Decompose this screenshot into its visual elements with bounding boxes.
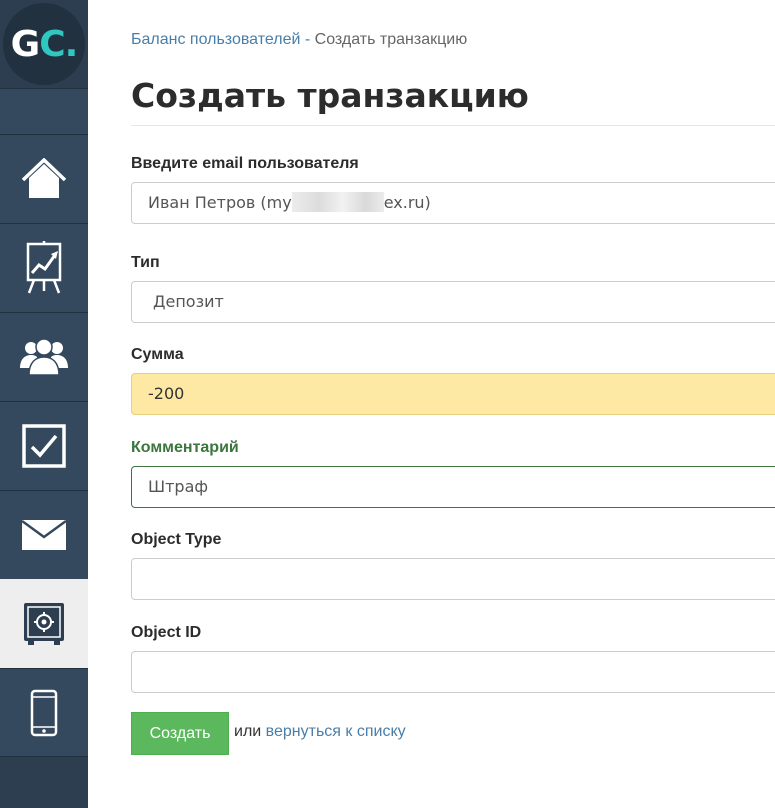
sidebar-spacer <box>0 88 88 134</box>
tasks-icon <box>22 424 66 468</box>
object-id-field[interactable] <box>131 651 775 693</box>
back-to-list-link[interactable]: вернуться к списку <box>266 723 406 740</box>
email-value-end: ex.ru) <box>383 193 431 212</box>
amount-field[interactable]: -200 <box>131 373 775 415</box>
sidebar: GC. <box>0 0 88 808</box>
sidebar-item-mail[interactable] <box>0 490 88 579</box>
object-id-label: Object ID <box>131 624 202 641</box>
amount-label: Сумма <box>131 346 184 363</box>
breadcrumb-link-balance[interactable]: Баланс пользователей <box>131 31 300 48</box>
title-divider <box>131 125 775 126</box>
type-selected-value: Депозит <box>153 292 224 311</box>
email-label: Введите email пользователя <box>131 155 359 172</box>
type-label: Тип <box>131 254 160 271</box>
sidebar-item-balance[interactable] <box>0 579 88 668</box>
create-button[interactable]: Создать <box>131 712 229 755</box>
sidebar-item-home[interactable] <box>0 134 88 223</box>
object-type-field[interactable] <box>131 558 775 600</box>
logo-text: GC. <box>10 24 79 65</box>
comment-value: Штраф <box>148 477 209 496</box>
page-title: Создать транзакцию <box>131 76 529 115</box>
safe-icon <box>24 603 64 645</box>
sidebar-item-stats[interactable] <box>0 223 88 312</box>
amount-value: -200 <box>148 384 185 403</box>
sidebar-footer <box>0 756 88 808</box>
comment-label: Комментарий <box>131 439 239 456</box>
breadcrumb-separator: - <box>304 31 311 48</box>
users-icon <box>20 338 68 376</box>
breadcrumb: Баланс пользователей - Создать транзакци… <box>131 31 467 49</box>
or-text: или <box>234 723 262 740</box>
sidebar-item-mobile[interactable] <box>0 668 88 757</box>
redacted-area <box>291 192 384 212</box>
logo[interactable]: GC. <box>0 0 88 88</box>
chart-icon <box>26 241 62 294</box>
email-value-start: Иван Петров (my <box>148 193 292 212</box>
object-type-label: Object Type <box>131 531 222 548</box>
mail-icon <box>22 520 66 550</box>
type-select[interactable]: Депозит <box>131 281 775 323</box>
form-footer: или вернуться к списку <box>234 723 406 741</box>
home-icon <box>21 158 67 198</box>
breadcrumb-current: Создать транзакцию <box>314 31 468 48</box>
email-field[interactable]: Иван Петров (my ex.ru) <box>131 182 775 224</box>
comment-field[interactable]: Штраф <box>131 466 775 508</box>
sidebar-item-tasks[interactable] <box>0 401 88 490</box>
sidebar-item-users[interactable] <box>0 312 88 401</box>
mobile-icon <box>30 689 58 737</box>
